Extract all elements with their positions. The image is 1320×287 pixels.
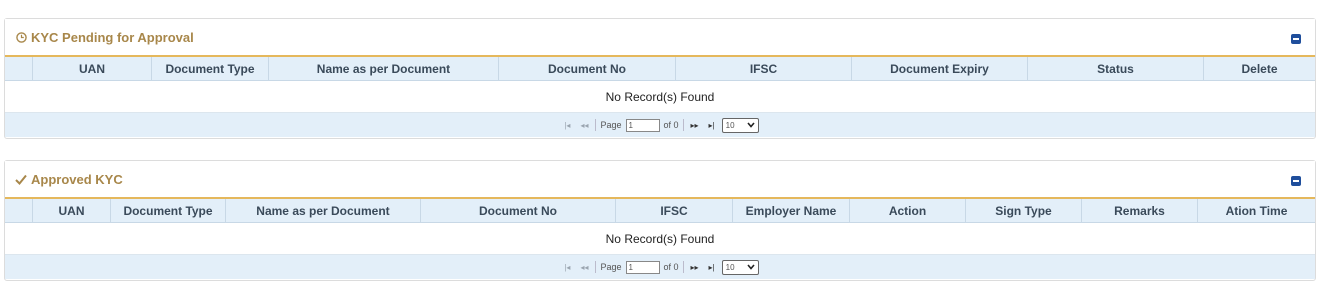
column-header-delete[interactable]: Delete: [1204, 57, 1315, 80]
pager-separator: [595, 261, 597, 273]
column-header-name[interactable]: Name as per Document: [269, 57, 499, 80]
pager-separator: [682, 261, 684, 273]
grid-header: UAN Document Type Name as per Document D…: [5, 57, 1315, 81]
approved-kyc-panel: Approved KYC UAN Document Type Name as p…: [4, 160, 1316, 281]
last-page-icon[interactable]: ▸|: [706, 121, 718, 130]
chevron-down-icon: [747, 122, 755, 128]
clock-icon: [15, 32, 27, 44]
next-page-icon[interactable]: ▸▸: [688, 121, 702, 130]
panel-header: KYC Pending for Approval: [5, 19, 1315, 57]
column-header-document-no[interactable]: Document No: [499, 57, 676, 80]
page-number-input[interactable]: 1: [625, 118, 660, 132]
column-header-action-time[interactable]: Ation Time: [1198, 199, 1315, 222]
column-header-uan[interactable]: UAN: [33, 199, 111, 222]
column-header-status[interactable]: Status: [1028, 57, 1204, 80]
pager-separator: [595, 119, 597, 131]
page-number-input[interactable]: 1: [625, 260, 660, 274]
page-size-value: 10: [725, 120, 735, 130]
last-page-icon[interactable]: ▸|: [706, 263, 718, 272]
page-label: Page: [600, 262, 622, 272]
chevron-down-icon: [747, 264, 755, 270]
page-count-label: of 0: [663, 262, 679, 272]
empty-message: No Record(s) Found: [5, 223, 1315, 255]
column-header-ifsc[interactable]: IFSC: [676, 57, 852, 80]
page-size-select[interactable]: 10: [721, 259, 759, 275]
collapse-button[interactable]: [1291, 34, 1301, 44]
column-header-document-type[interactable]: Document Type: [111, 199, 226, 222]
first-page-icon[interactable]: |◂: [561, 121, 573, 130]
column-header-rownum: [5, 57, 33, 80]
panel-title: Approved KYC: [15, 172, 123, 187]
column-header-action[interactable]: Action: [850, 199, 966, 222]
grid-header: UAN Document Type Name as per Document D…: [5, 199, 1315, 223]
column-header-employer-name[interactable]: Employer Name: [733, 199, 850, 222]
panel-header: Approved KYC: [5, 161, 1315, 199]
page-label: Page: [600, 120, 622, 130]
column-header-uan[interactable]: UAN: [33, 57, 152, 80]
column-header-document-no[interactable]: Document No: [421, 199, 616, 222]
panel-title: KYC Pending for Approval: [15, 30, 194, 45]
first-page-icon[interactable]: |◂: [561, 263, 573, 272]
page-size-select[interactable]: 10: [721, 117, 759, 133]
pager-separator: [682, 119, 684, 131]
page-size-value: 10: [725, 262, 735, 272]
column-header-name[interactable]: Name as per Document: [226, 199, 421, 222]
kyc-pending-panel: KYC Pending for Approval UAN Document Ty…: [4, 18, 1316, 139]
previous-page-icon[interactable]: ◂◂: [577, 121, 591, 130]
column-header-rownum: [5, 199, 33, 222]
next-page-icon[interactable]: ▸▸: [688, 263, 702, 272]
panel-title-text: Approved KYC: [31, 172, 123, 187]
page-count-label: of 0: [663, 120, 679, 130]
panel-title-text: KYC Pending for Approval: [31, 30, 194, 45]
empty-message: No Record(s) Found: [5, 81, 1315, 113]
pager: |◂ ◂◂ Page 1 of 0 ▸▸ ▸| 10: [5, 113, 1315, 137]
previous-page-icon[interactable]: ◂◂: [577, 263, 591, 272]
column-header-document-expiry[interactable]: Document Expiry: [852, 57, 1028, 80]
column-header-remarks[interactable]: Remarks: [1082, 199, 1198, 222]
collapse-button[interactable]: [1291, 176, 1301, 186]
column-header-sign-type[interactable]: Sign Type: [966, 199, 1082, 222]
pager: |◂ ◂◂ Page 1 of 0 ▸▸ ▸| 10: [5, 255, 1315, 279]
column-header-document-type[interactable]: Document Type: [152, 57, 269, 80]
column-header-ifsc[interactable]: IFSC: [616, 199, 733, 222]
check-icon: [15, 174, 27, 186]
